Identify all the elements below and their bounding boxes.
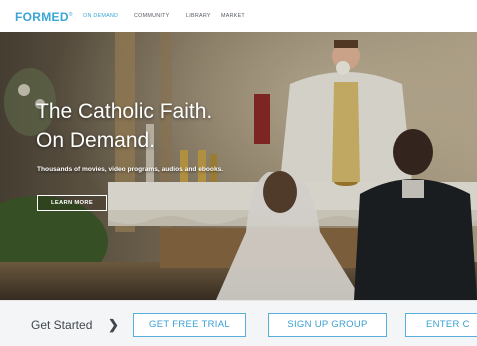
enter-code-button[interactable]: ENTER C xyxy=(405,313,477,337)
hero-banner: The Catholic Faith. On Demand. Thousands… xyxy=(0,32,477,300)
nav-item-on-demand[interactable]: ON DEMAND xyxy=(83,13,118,19)
formed-logo[interactable]: FORMED® xyxy=(15,10,73,24)
logo-trademark: ® xyxy=(68,12,73,18)
nav-item-community[interactable]: COMMUNITY xyxy=(134,13,170,19)
nav-item-library[interactable]: LIBRARY xyxy=(186,13,211,19)
get-started-bar: Get Started ❯ GET FREE TRIAL SIGN UP GRO… xyxy=(0,300,477,346)
hero-subtitle: Thousands of movies, video programs, aud… xyxy=(37,166,224,173)
get-free-trial-button[interactable]: GET FREE TRIAL xyxy=(133,313,246,337)
sign-up-group-button[interactable]: SIGN UP GROUP xyxy=(268,313,387,337)
chevron-right-icon: ❯ xyxy=(108,317,119,332)
learn-more-button[interactable]: LEARN MORE xyxy=(37,195,107,211)
hero-title-line-1: The Catholic Faith. xyxy=(36,100,213,123)
hero-title-line-2: On Demand. xyxy=(36,129,156,152)
top-nav: FORMED® ON DEMAND COMMUNITY LIBRARY MARK… xyxy=(0,0,477,32)
get-started-label: Get Started xyxy=(31,318,93,332)
logo-text: FORMED xyxy=(15,10,69,24)
nav-item-market[interactable]: MARKET xyxy=(221,13,245,19)
